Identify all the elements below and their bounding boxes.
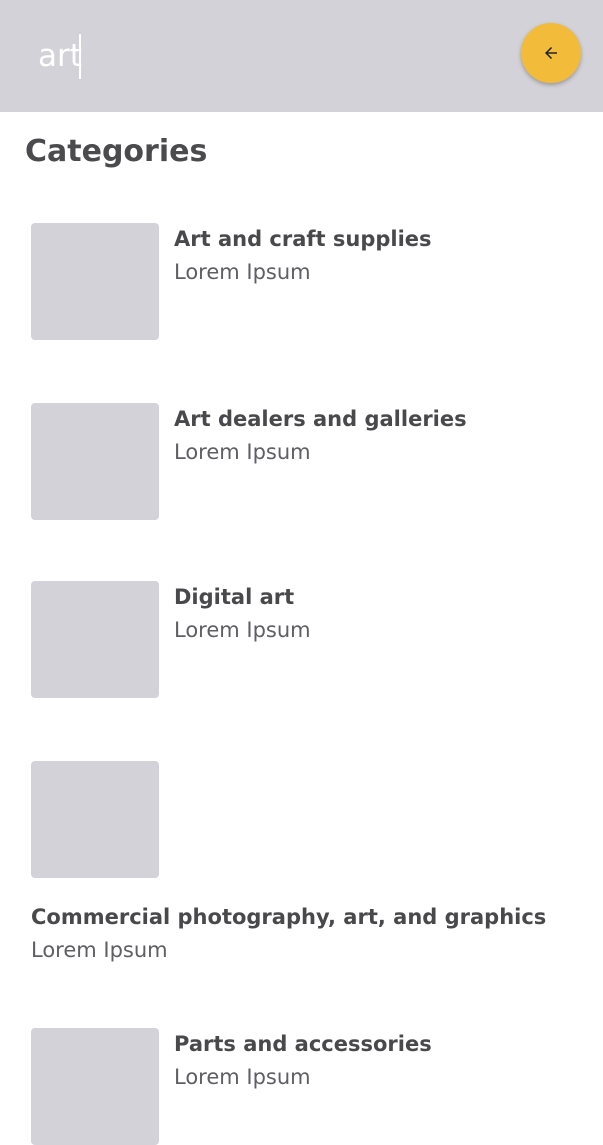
text-cursor [79, 34, 81, 79]
category-title: Commercial photography, art, and graphic… [31, 905, 547, 929]
category-thumbnail [31, 761, 159, 878]
category-thumbnail [31, 403, 159, 520]
arrow-left-icon [545, 47, 557, 59]
category-subtitle: Lorem Ipsum [174, 260, 311, 284]
category-thumbnail [31, 223, 159, 340]
category-thumbnail [31, 581, 159, 698]
category-title: Digital art [174, 585, 295, 609]
category-subtitle: Lorem Ipsum [174, 440, 311, 464]
category-thumbnail [31, 1028, 159, 1145]
category-subtitle: Lorem Ipsum [174, 618, 311, 642]
back-button[interactable] [521, 23, 581, 83]
category-title: Art and craft supplies [174, 227, 432, 251]
category-subtitle: Lorem Ipsum [174, 1065, 311, 1089]
page-title: Categories [25, 134, 208, 169]
category-title: Parts and accessories [174, 1032, 432, 1056]
category-title: Art dealers and galleries [174, 407, 467, 431]
search-header: art [0, 0, 603, 112]
search-input[interactable]: art [38, 36, 82, 76]
category-subtitle: Lorem Ipsum [31, 938, 168, 962]
